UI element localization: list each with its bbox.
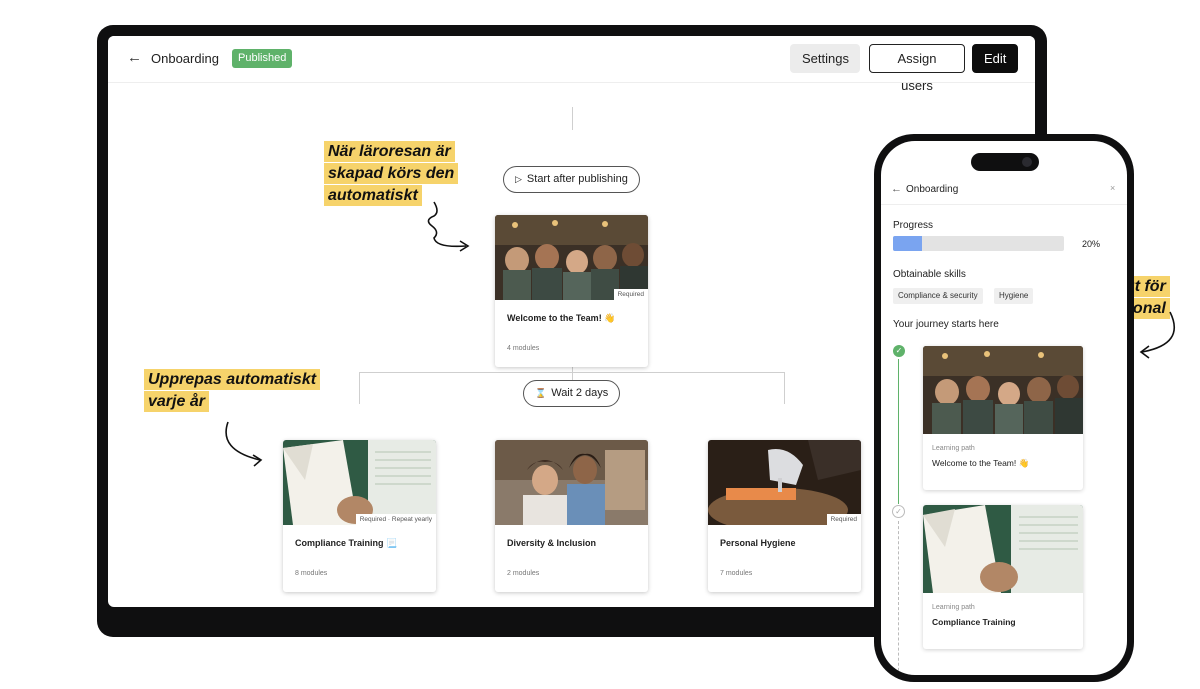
phone-device: ← Onboarding × Progress 20% Obtainable s… <box>874 134 1134 682</box>
curly-arrow-icon <box>427 201 470 252</box>
team-photo: Required <box>495 215 648 300</box>
progress-percent: 20% <box>1082 239 1101 249</box>
wait-step-pill[interactable]: ⌛ Wait 2 days <box>523 380 621 407</box>
card-title: Compliance Training 📃 <box>295 538 398 548</box>
food-prep-photo: Required <box>708 440 861 525</box>
top-bar: ← Onboarding Published Settings Assign u… <box>108 36 1035 93</box>
check-circle-icon: ✓ <box>893 345 905 357</box>
back-arrow-icon[interactable]: ← <box>127 49 142 66</box>
skill-chip: Compliance & security <box>893 288 983 304</box>
wait-step-label: Wait 2 days <box>551 387 609 399</box>
skills-heading: Obtainable skills <box>893 269 966 280</box>
document-photo <box>923 505 1083 593</box>
phone-screen: ← Onboarding × Progress 20% Obtainable s… <box>881 141 1127 675</box>
page-title: Onboarding <box>151 51 219 66</box>
card-modules: 2 modules <box>507 570 540 577</box>
annotation-line: varje år <box>144 391 209 412</box>
close-icon[interactable]: × <box>1110 183 1115 193</box>
progress-heading: Progress <box>893 220 934 231</box>
learning-path-card[interactable]: Required Welcome to the Team! 👋 4 module… <box>495 215 648 367</box>
journey-heading: Your journey starts here <box>893 319 999 330</box>
connector-line <box>359 372 785 373</box>
item-title: Compliance Training <box>932 617 1016 627</box>
annotation-line: När läroresan är <box>324 141 455 162</box>
card-title: Diversity & Inclusion <box>507 538 597 548</box>
item-kind: Learning path <box>932 604 975 611</box>
annotation-line: skapad körs den <box>324 163 459 184</box>
required-tag: Required <box>613 289 648 300</box>
connector-line <box>784 372 785 404</box>
phone-notch <box>971 153 1039 171</box>
annotation-line: Upprepas automatiskt <box>144 369 321 390</box>
phone-title: Onboarding <box>906 184 959 195</box>
assign-users-button[interactable]: Assign users <box>869 44 965 93</box>
learning-path-card[interactable]: Required · Repeat yearly Compliance Trai… <box>283 440 436 592</box>
annotation-repeat: Upprepas automatiskt varje år <box>144 369 321 413</box>
learning-path-card[interactable]: Diversity & Inclusion 2 modules <box>495 440 648 592</box>
marketing-stage: ← Onboarding Published Settings Assign u… <box>0 0 1200 689</box>
timeline-dashed-line <box>898 521 899 675</box>
document-photo: Required · Repeat yearly <box>283 440 436 525</box>
connector-line <box>572 107 573 130</box>
journey-item[interactable]: Learning path Welcome to the Team! 👋 <box>923 346 1083 490</box>
card-modules: 7 modules <box>720 570 753 577</box>
check-outline-icon: ✓ <box>892 505 905 518</box>
curved-arrow-icon <box>1139 311 1175 359</box>
camera-icon <box>1022 157 1032 167</box>
required-repeat-tag: Required · Repeat yearly <box>355 514 436 525</box>
back-arrow-icon[interactable]: ← <box>891 183 902 195</box>
curved-arrow-icon <box>225 421 263 467</box>
card-modules: 8 modules <box>295 570 328 577</box>
skill-chip: Hygiene <box>994 288 1034 304</box>
progress-bar <box>893 236 1064 251</box>
required-tag: Required <box>826 514 861 525</box>
annotation-line: automatiskt <box>324 185 422 206</box>
card-title: Welcome to the Team! 👋 <box>507 313 616 323</box>
play-icon: ▷ <box>515 174 522 184</box>
team-photo <box>923 346 1083 434</box>
card-title: Personal Hygiene <box>720 538 796 548</box>
item-kind: Learning path <box>932 445 975 452</box>
settings-button[interactable]: Settings <box>790 44 860 73</box>
colleagues-photo <box>495 440 648 525</box>
start-trigger-pill[interactable]: ▷ Start after publishing <box>503 166 640 193</box>
timeline-line <box>898 359 899 504</box>
learning-path-card[interactable]: Required Personal Hygiene 7 modules <box>708 440 861 592</box>
edit-button[interactable]: Edit <box>972 44 1018 73</box>
hourglass-icon: ⌛ <box>535 388 547 398</box>
item-title: Welcome to the Team! 👋 <box>932 458 1030 468</box>
start-trigger-label: Start after publishing <box>526 173 628 185</box>
card-modules: 4 modules <box>507 345 540 352</box>
divider <box>881 204 1127 205</box>
connector-line <box>359 372 360 404</box>
status-badge: Published <box>232 49 293 68</box>
journey-item[interactable]: Learning path Compliance Training <box>923 505 1083 649</box>
progress-fill <box>893 236 923 251</box>
